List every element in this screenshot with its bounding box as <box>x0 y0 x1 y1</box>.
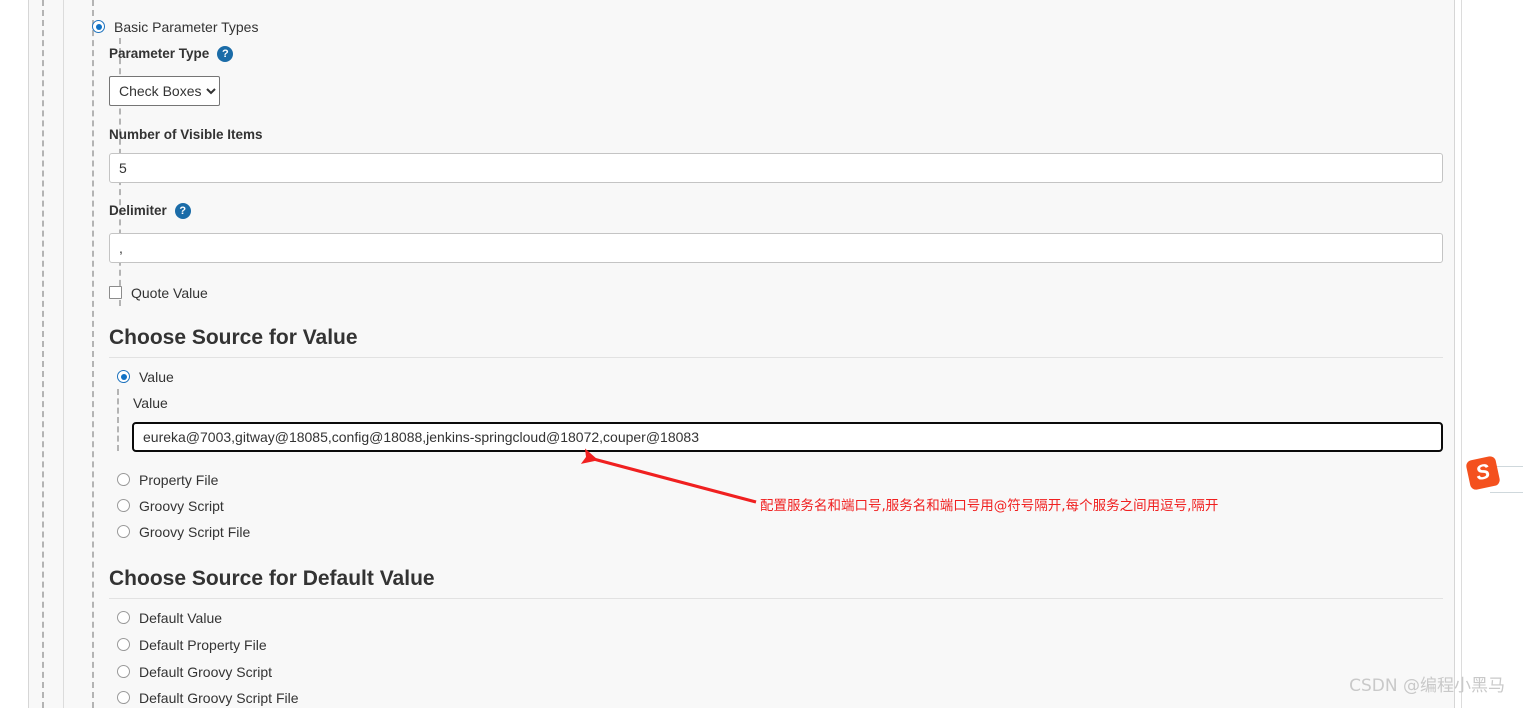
radio-basic-parameter-types[interactable]: Basic Parameter Types <box>92 18 258 36</box>
radio-indicator-default-groovy-script-file[interactable] <box>117 691 130 705</box>
sogou-line-bottom <box>1490 492 1523 493</box>
dashed-guide-value-block <box>117 389 119 451</box>
value-field-label-text: Value <box>133 395 168 411</box>
radio-default-groovy-script-file[interactable]: Default Groovy Script File <box>117 689 299 707</box>
red-arrow-icon <box>580 448 757 504</box>
section-divider <box>109 357 1443 358</box>
help-icon[interactable]: ? <box>217 45 234 62</box>
radio-label-property-file: Property File <box>139 471 219 488</box>
radio-label-groovy-script-file: Groovy Script File <box>139 523 251 540</box>
radio-indicator-basic-parameter-types[interactable] <box>92 20 105 34</box>
dashed-guide-outer <box>42 0 44 708</box>
radio-label-basic-parameter-types: Basic Parameter Types <box>114 18 259 35</box>
radio-indicator-value[interactable] <box>117 370 130 384</box>
checkbox-indicator-quote-value[interactable] <box>109 286 122 300</box>
page-root: Basic Parameter Types Parameter Type? Ch… <box>0 0 1523 708</box>
choose-source-value-heading: Choose Source for Value <box>109 326 358 350</box>
form-content: Basic Parameter Types Parameter Type? Ch… <box>92 0 1455 708</box>
parameter-type-label: Parameter Type <box>109 46 210 61</box>
radio-indicator-default-value[interactable] <box>117 611 130 625</box>
inner-container-edge <box>63 0 64 708</box>
delimiter-label-group: Delimiter? <box>109 202 191 220</box>
value-field-label: Value <box>133 395 168 413</box>
checkbox-label-quote-value: Quote Value <box>131 284 208 301</box>
radio-value[interactable]: Value <box>117 368 174 386</box>
choose-source-default-value-heading: Choose Source for Default Value <box>109 567 435 591</box>
section-divider <box>109 598 1443 599</box>
radio-indicator-groovy-script-file[interactable] <box>117 525 130 539</box>
watermark: CSDN @编程小黑马 <box>1349 676 1505 696</box>
choose-source-default-value-heading-text: Choose Source for Default Value <box>109 567 435 590</box>
annotation-text: 配置服务名和端口号,服务名和端口号用@符号隔开,每个服务之间用逗号,隔开 <box>760 498 1219 514</box>
sogou-logo-icon[interactable]: S <box>1465 455 1501 491</box>
page-container-edge <box>1461 0 1462 708</box>
radio-groovy-script[interactable]: Groovy Script <box>117 497 224 515</box>
help-icon[interactable]: ? <box>174 202 191 219</box>
radio-label-value: Value <box>139 368 174 385</box>
radio-label-default-groovy-script: Default Groovy Script <box>139 663 273 680</box>
radio-groovy-script-file[interactable]: Groovy Script File <box>117 523 250 541</box>
parameter-type-label-group: Parameter Type? <box>109 45 234 63</box>
radio-label-groovy-script: Groovy Script <box>139 497 224 514</box>
visible-items-input[interactable] <box>109 153 1443 183</box>
choose-source-value-heading-text: Choose Source for Value <box>109 326 358 349</box>
radio-indicator-default-groovy-script[interactable] <box>117 665 130 679</box>
visible-items-label: Number of Visible Items <box>109 126 263 144</box>
radio-indicator-default-property-file[interactable] <box>117 638 130 652</box>
radio-indicator-groovy-script[interactable] <box>117 499 130 513</box>
visible-items-label-text: Number of Visible Items <box>109 127 263 142</box>
radio-default-groovy-script[interactable]: Default Groovy Script <box>117 663 272 681</box>
radio-property-file[interactable]: Property File <box>117 471 218 489</box>
radio-label-default-groovy-script-file: Default Groovy Script File <box>139 689 299 706</box>
parameter-type-select-wrap[interactable]: Check Boxes <box>109 76 220 106</box>
radio-default-value[interactable]: Default Value <box>117 609 222 627</box>
checkbox-quote-value[interactable]: Quote Value <box>109 284 208 302</box>
radio-default-property-file[interactable]: Default Property File <box>117 636 267 654</box>
delimiter-input[interactable] <box>109 233 1443 263</box>
radio-label-default-property-file: Default Property File <box>139 636 267 653</box>
delimiter-label: Delimiter <box>109 203 167 218</box>
radio-indicator-property-file[interactable] <box>117 473 130 487</box>
parameter-type-select[interactable]: Check Boxes <box>109 76 220 106</box>
radio-label-default-value: Default Value <box>139 609 223 626</box>
